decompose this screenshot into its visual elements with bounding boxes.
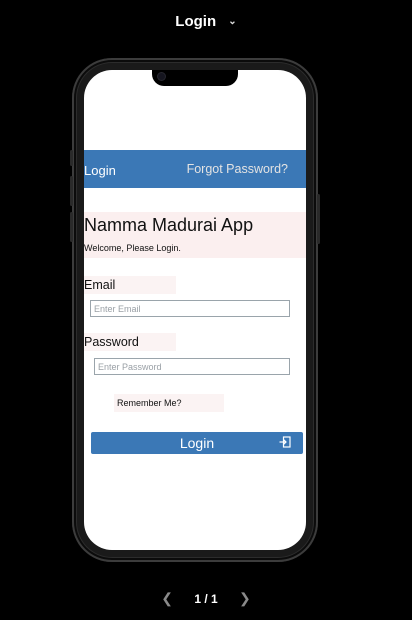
- login-button[interactable]: Login: [91, 432, 303, 454]
- side-button: [317, 194, 320, 244]
- password-label: Password: [84, 333, 176, 351]
- chevron-left-icon[interactable]: ❮: [161, 590, 173, 606]
- app-header: Namma Madurai App Welcome, Please Login.: [84, 212, 306, 258]
- phone-screen: Login Forgot Password? Namma Madurai App…: [84, 70, 306, 550]
- email-label: Email: [84, 276, 176, 294]
- side-button: [70, 176, 73, 206]
- camera: [158, 73, 165, 80]
- app-bar-title: Login: [84, 163, 116, 178]
- password-label-text: Password: [84, 335, 139, 349]
- app-bar: Login Forgot Password?: [84, 150, 306, 188]
- welcome-text: Welcome, Please Login.: [84, 243, 181, 253]
- side-button: [70, 150, 73, 166]
- side-button: [70, 212, 73, 242]
- page-indicator: 1 / 1: [194, 592, 218, 606]
- app-name: Namma Madurai App: [84, 215, 254, 235]
- chevron-down-icon[interactable]: ⌄: [228, 16, 236, 27]
- remember-me-label: Remember Me?: [117, 398, 182, 408]
- chevron-right-icon[interactable]: ❯: [239, 590, 251, 606]
- email-field[interactable]: [90, 300, 290, 317]
- notch: [152, 70, 238, 86]
- email-label-text: Email: [84, 278, 116, 292]
- pager: ❮ 1 / 1 ❯: [0, 590, 412, 607]
- password-field[interactable]: [94, 358, 290, 375]
- login-button-label: Login: [179, 435, 215, 451]
- screen-selector[interactable]: Login ⌄: [0, 12, 412, 34]
- remember-me-checkbox[interactable]: Remember Me?: [114, 394, 224, 412]
- forgot-password-link[interactable]: Forgot Password?: [187, 162, 288, 176]
- screen-title: Login: [175, 12, 217, 30]
- login-icon: [279, 436, 291, 448]
- phone-frame: Login Forgot Password? Namma Madurai App…: [70, 58, 320, 562]
